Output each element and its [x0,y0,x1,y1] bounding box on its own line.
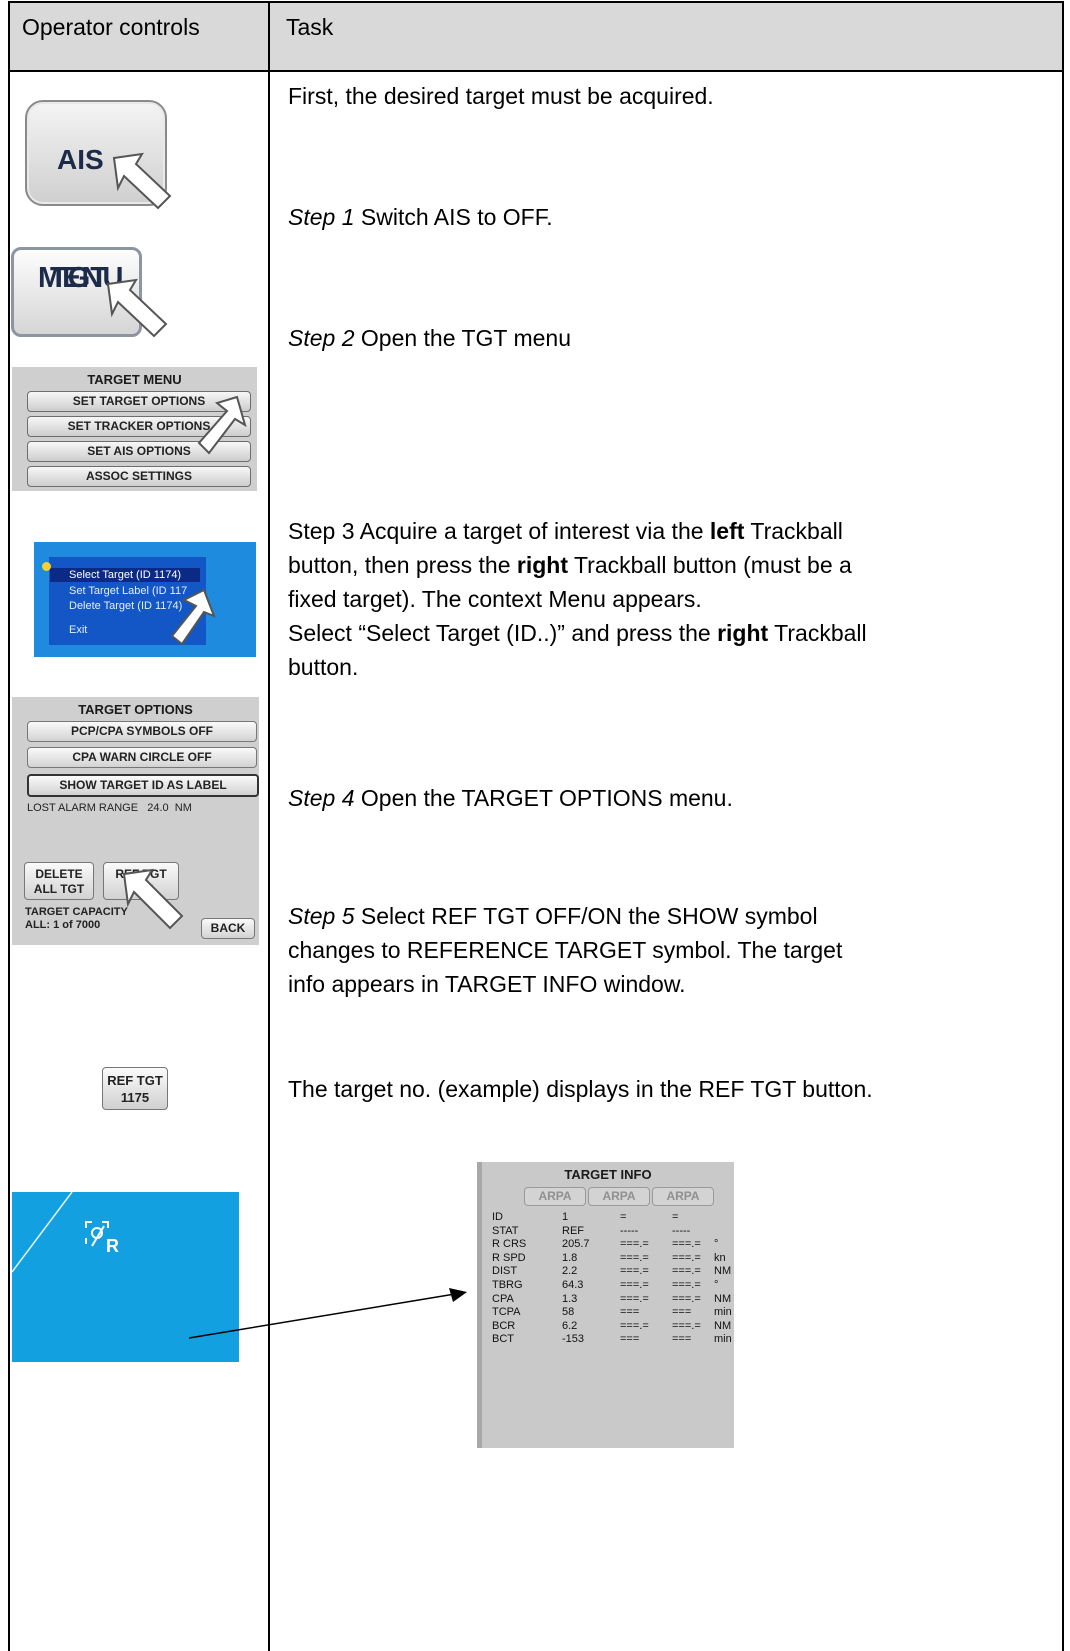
target-info-label: R SPD [492,1251,526,1264]
target-info-value: 1.8 [562,1251,578,1264]
target-info-label: TCPA [492,1306,521,1319]
target-info-row: BCT -153 === === min [492,1333,732,1346]
target-info-unit: min [714,1306,732,1319]
target-info-label: CPA [492,1292,514,1305]
ref-tgt-note: The target no. (example) displays in the… [288,1076,873,1102]
target-info-value: -153 [562,1333,585,1346]
target-info-row: CPA 1.3 ===.= ===.= NM [492,1293,732,1306]
target-info-row: BCR 6.2 ===.= ===.= NM [492,1320,732,1333]
target-info-row: DIST 2.2 ===.= ===.= NM [492,1265,732,1278]
intro-text: First, the desired target must be acquir… [288,83,714,109]
target-info-unit: min [714,1333,732,1346]
header-task: Task [286,14,334,40]
step1-text: Step 1 Switch AIS to OFF. [288,204,553,230]
context-delete-target[interactable]: Delete Target (ID 1174) [69,600,182,612]
step2-text: Step 2 Open the TGT menu [288,325,571,351]
target-info-value: === [672,1333,692,1346]
target-info-value: ===.= [620,1292,649,1305]
delete-all-tgt-button[interactable]: DELETE ALL TGT [24,862,94,900]
target-info-label: BCT [492,1333,514,1346]
target-info-value: ===.= [672,1251,701,1264]
back-button[interactable]: BACK [201,918,255,939]
arrow-icon [188,1288,467,1339]
target-info-row: TCPA 58 === === min [492,1306,732,1319]
context-exit[interactable]: Exit [69,624,87,636]
target-info-row: ID 1 = = [492,1211,732,1224]
target-info-value: 2.2 [562,1265,578,1278]
target-info-value: 64.3 [562,1279,584,1291]
target-menu-title: TARGET MENU [87,372,182,387]
arpa-tab-1[interactable]: ARPA [524,1187,586,1206]
target-info-value: === [620,1333,640,1346]
lost-alarm-range: LOST ALARM RANGE 24.0 NM [27,802,192,814]
context-select-target[interactable]: Select Target (ID 1174) [69,569,181,581]
target-info-value: 58 [562,1306,575,1319]
target-info-unit: kn [714,1251,726,1264]
target-info-label: STAT [492,1224,519,1237]
target-info-value: = [620,1211,627,1223]
pointer-cursor-icon [112,152,172,210]
target-info-unit: NM [714,1292,732,1305]
target-info-value: === [620,1306,640,1319]
pointer-cursor-icon [170,588,216,646]
target-info-value: ===.= [620,1251,649,1264]
target-info-row: R SPD 1.8 ===.= ===.= kn [492,1252,732,1265]
target-capacity: TARGET CAPACITY ALL: 1 of 7000 [25,906,128,931]
target-info-value: ===.= [672,1292,701,1305]
ref-tgt-button[interactable]: REF TGT 1175 [102,1067,168,1110]
target-info-unit: NM [714,1319,732,1332]
target-info-unit: ° [714,1279,719,1291]
step5-text: Step 5 Select REF TGT OFF/ON the SHOW sy… [288,903,843,997]
target-info-value: ===.= [620,1319,649,1332]
target-info-value: ----- [672,1224,691,1237]
target-info-value: 6.2 [562,1319,578,1332]
target-info-label: ID [492,1211,503,1223]
target-info-row: STAT REF ----- ----- [492,1225,732,1238]
cpa-warn-circle-button[interactable]: CPA WARN CIRCLE OFF [27,747,257,768]
target-info-label: TBRG [492,1279,523,1291]
target-info-unit: ° [714,1238,719,1251]
table-border-right [1062,1,1064,1651]
step3-text: Step 3 Acquire a target of interest via … [288,518,867,680]
target-info-unit: NM [714,1265,732,1278]
target-info-panel: TARGET INFO ARPA ARPA ARPA ID 1 = = STAT REF -… [477,1162,734,1448]
assoc-settings-button[interactable]: ASSOC SETTINGS [27,466,251,487]
target-info-value: ===.= [620,1265,649,1278]
target-info-label: DIST [492,1265,518,1278]
target-options-title: TARGET OPTIONS [78,702,193,717]
table-header-divider [8,70,1064,72]
target-info-value: 1.3 [562,1292,578,1305]
show-target-id-button[interactable]: SHOW TARGET ID AS LABEL [27,774,259,797]
target-info-label: R CRS [492,1238,527,1251]
target-info-row: R CRS 205.7 ===.= ===.= ° [492,1238,732,1251]
target-info-value: ===.= [620,1238,649,1251]
reference-symbol-label: R [106,1236,119,1256]
target-info-value: ----- [620,1224,639,1237]
target-info-label: BCR [492,1319,516,1332]
step4-text: Step 4 Open the TARGET OPTIONS menu. [288,785,733,811]
pointer-cursor-icon [122,868,184,930]
target-info-value: ===.= [672,1238,701,1251]
target-info-value: = [672,1211,679,1223]
target-info-value: REF [562,1224,584,1237]
target-info-value: ===.= [672,1279,701,1291]
target-info-row: TBRG 64.3 ===.= ===.= ° [492,1279,732,1292]
arpa-tab-2[interactable]: ARPA [588,1187,650,1206]
header-operator-controls: Operator controls [22,14,200,40]
target-info-value: 205.7 [562,1238,590,1251]
target-info-value: ===.= [672,1319,701,1332]
arpa-tab-3[interactable]: ARPA [652,1187,714,1206]
target-info-value: === [672,1306,692,1319]
target-info-value: 1 [562,1211,569,1223]
pointer-cursor-icon [197,395,247,455]
target-info-value: ===.= [620,1279,649,1291]
target-dot-icon [42,562,51,571]
table-border-left [8,1,10,1651]
target-info-title: TARGET INFO [564,1167,652,1182]
table-border-top [8,1,1064,3]
table-column-divider [268,1,270,1651]
pcp-cpa-symbols-button[interactable]: PCP/CPA SYMBOLS OFF [27,721,257,742]
target-info-value: ===.= [672,1265,701,1278]
pointer-cursor-icon [106,278,168,338]
